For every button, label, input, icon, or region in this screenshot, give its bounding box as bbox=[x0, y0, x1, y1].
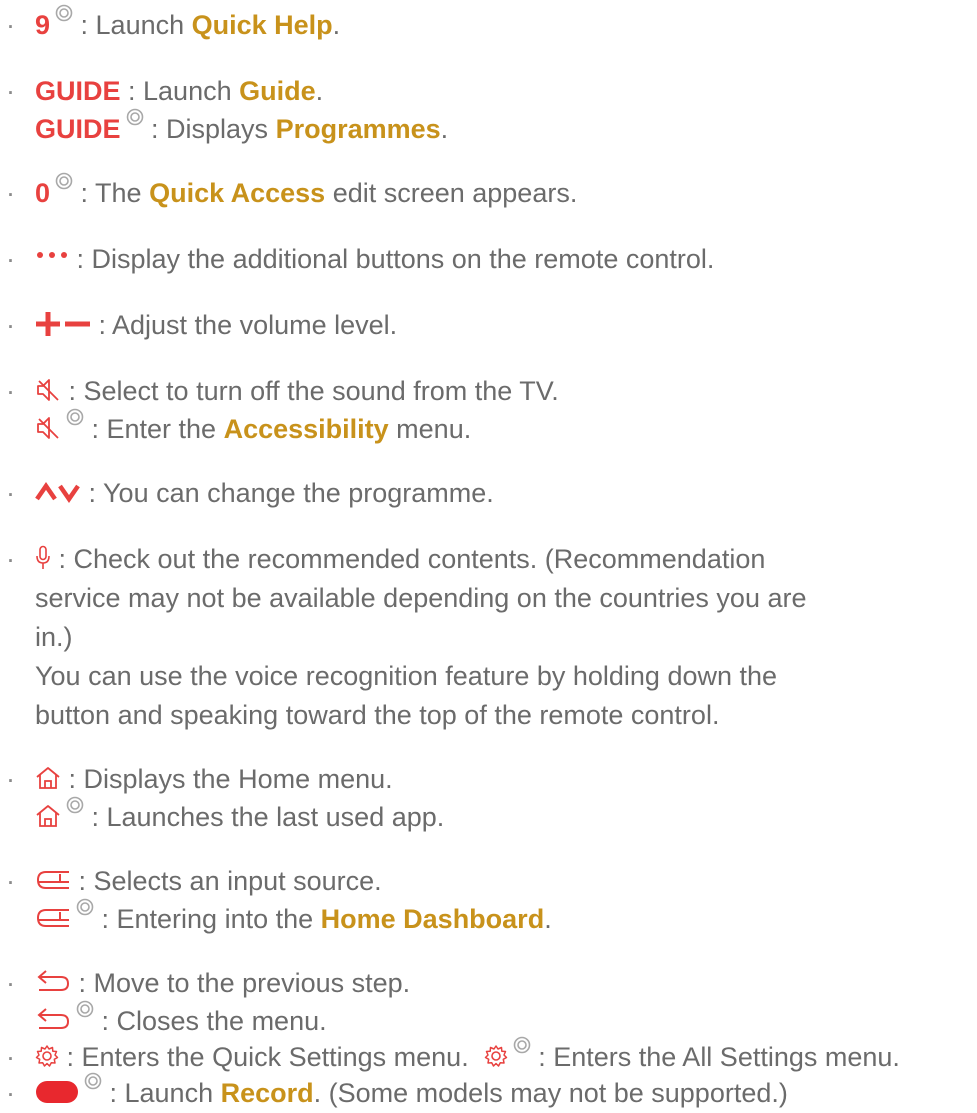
menu-link: Record bbox=[220, 1078, 314, 1108]
bullet: · bbox=[6, 1042, 15, 1072]
record-button-icon bbox=[35, 1080, 79, 1104]
remote-button-list-tail: · : Enters the Quick Settings menu. : En… bbox=[0, 0, 977, 1113]
double-circle-icon bbox=[84, 1072, 102, 1090]
bullet: · bbox=[6, 1078, 15, 1108]
gear-icon bbox=[35, 1044, 59, 1068]
double-circle-icon bbox=[513, 1036, 531, 1054]
gear-icon bbox=[484, 1044, 508, 1068]
